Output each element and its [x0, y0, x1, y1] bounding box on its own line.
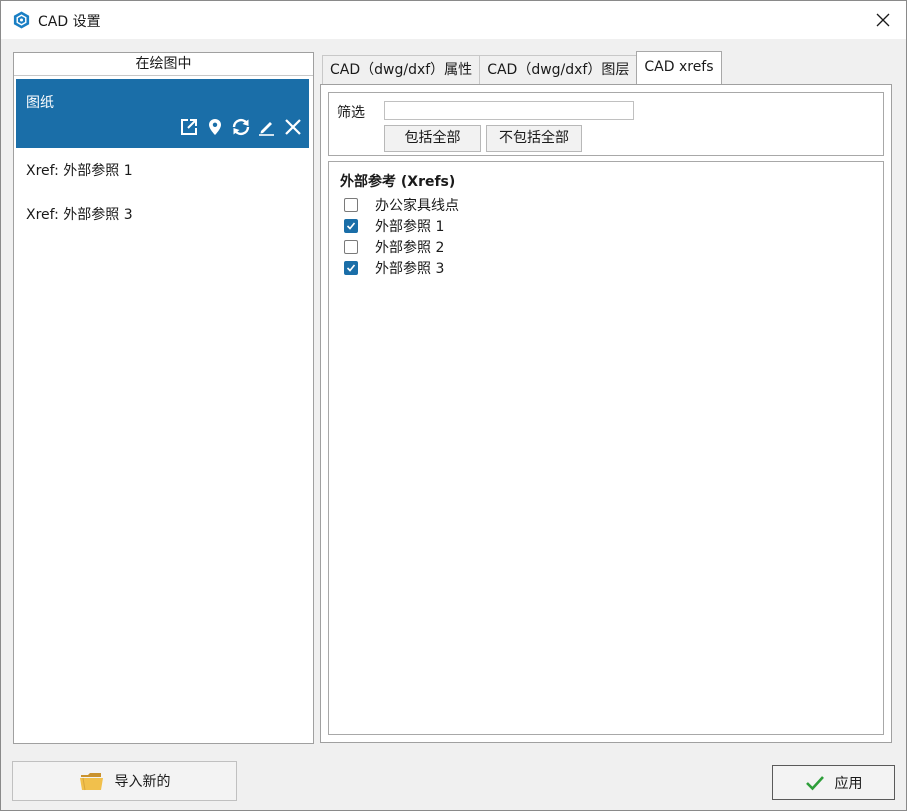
- in-drawing-panel: 在绘图中 图纸 Xref: 外部参照 1 Xref: 外部参照 3: [13, 52, 314, 744]
- export-button[interactable]: [179, 117, 199, 137]
- window-title: CAD 设置: [38, 14, 101, 30]
- location-pin-icon: [209, 119, 221, 135]
- checkmark-icon: [805, 775, 824, 790]
- pencil-icon: [259, 122, 274, 136]
- reload-icon: [232, 118, 250, 136]
- xrefs-list-group: 外部参考 (Xrefs) 办公家具线点 外部参照 1 外部参照 2 外部参照 3: [328, 161, 884, 735]
- xref-checkbox-label: 办公家具线点: [375, 198, 459, 214]
- xrefs-title: 外部参考 (Xrefs): [340, 174, 456, 190]
- checkmark-icon: [346, 222, 356, 230]
- xrefs-tab-panel: 筛选 包括全部 不包括全部 外部参考 (Xrefs) 办公家具线点 外部参照 1: [320, 84, 892, 743]
- cad-settings-dialog: CAD 设置 在绘图中 图纸 Xref: 外部参照 1 Xref: 外部参照 3…: [0, 0, 907, 811]
- filter-group: 筛选 包括全部 不包括全部: [328, 92, 884, 156]
- drawing-item-actions: [179, 116, 303, 138]
- export-icon: [181, 119, 197, 135]
- xref-list-item[interactable]: Xref: 外部参照 3: [26, 204, 133, 224]
- drawing-list-item[interactable]: 图纸: [16, 79, 309, 148]
- xref-checkbox[interactable]: [344, 240, 358, 254]
- folder-icon: [79, 773, 103, 791]
- tab-bar: CAD（dwg/dxf）属性 CAD（dwg/dxf）图层 CAD xrefs: [322, 51, 722, 84]
- xref-checkbox-row[interactable]: 外部参照 1: [344, 216, 444, 236]
- tab-cad-properties[interactable]: CAD（dwg/dxf）属性: [322, 55, 481, 84]
- drawing-item-label: 图纸: [26, 95, 54, 111]
- apply-button[interactable]: 应用: [772, 765, 895, 800]
- in-drawing-header: 在绘图中: [14, 53, 313, 76]
- checkmark-icon: [346, 264, 356, 272]
- import-new-label: 导入新的: [114, 774, 171, 790]
- edit-button[interactable]: [257, 117, 277, 137]
- close-icon: [876, 13, 890, 27]
- include-all-button[interactable]: 包括全部: [384, 125, 481, 152]
- locate-button[interactable]: [205, 117, 225, 137]
- title-bar: CAD 设置: [1, 1, 906, 39]
- xref-checkbox-label: 外部参照 1: [375, 219, 445, 235]
- xref-list-item[interactable]: Xref: 外部参照 1: [26, 160, 133, 180]
- xref-checkbox-label: 外部参照 3: [375, 261, 445, 277]
- filter-label: 筛选: [337, 105, 365, 121]
- tab-cad-layers[interactable]: CAD（dwg/dxf）图层: [479, 55, 638, 84]
- exclude-all-button[interactable]: 不包括全部: [486, 125, 582, 152]
- xref-checkbox-row[interactable]: 外部参照 2: [344, 237, 444, 257]
- xref-checkbox-row[interactable]: 办公家具线点: [344, 195, 459, 215]
- cad-app-icon: [13, 11, 30, 29]
- xref-checkbox[interactable]: [344, 219, 358, 233]
- remove-button[interactable]: [283, 117, 303, 137]
- window-close-button[interactable]: [860, 1, 906, 39]
- close-icon: [285, 119, 301, 135]
- filter-input[interactable]: [384, 101, 634, 120]
- xref-checkbox-row[interactable]: 外部参照 3: [344, 258, 444, 278]
- reload-button[interactable]: [231, 117, 251, 137]
- xref-checkbox[interactable]: [344, 261, 358, 275]
- xref-checkbox[interactable]: [344, 198, 358, 212]
- apply-label: 应用: [834, 775, 863, 792]
- xref-checkbox-label: 外部参照 2: [375, 240, 445, 256]
- import-new-button[interactable]: 导入新的: [12, 761, 237, 801]
- tab-cad-xrefs[interactable]: CAD xrefs: [636, 51, 722, 84]
